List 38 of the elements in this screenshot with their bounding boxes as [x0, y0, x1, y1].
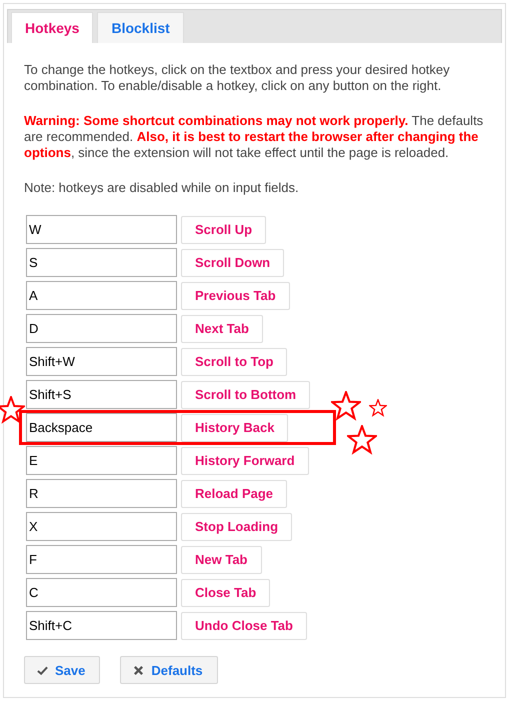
note-text: Note: hotkeys are disabled while on input fields.: [24, 180, 300, 196]
action-button[interactable]: New Tab: [181, 546, 262, 574]
action-button[interactable]: History Forward: [181, 446, 309, 474]
action-button[interactable]: Close Tab: [181, 578, 270, 606]
hotkey-field[interactable]: W: [26, 215, 177, 244]
action-button[interactable]: Scroll Down: [181, 248, 284, 276]
tab[interactable]: Blocklist: [97, 12, 184, 43]
star-icon: [331, 391, 361, 421]
star-icon: [347, 425, 377, 455]
action-button[interactable]: Previous Tab: [181, 282, 290, 310]
warning-text: Warning: Some shortcut combinations may not work properly. The defaults are recommended. Also, it is best to restart the browser after changing the options, since the extension will not take effect until the page is reloaded.: [24, 113, 484, 161]
tab[interactable]: Hotkeys: [11, 12, 94, 43]
star-icon: [369, 399, 387, 417]
action-button[interactable]: Reload Page: [181, 480, 288, 508]
action-button[interactable]: Stop Loading: [181, 512, 292, 540]
action-button[interactable]: Scroll to Top: [181, 348, 288, 376]
hotkey-field[interactable]: F: [26, 545, 177, 574]
action-button[interactable]: Scroll to Bottom: [181, 380, 310, 408]
hotkey-field[interactable]: C: [26, 578, 177, 607]
close-icon: [133, 664, 144, 676]
hotkey-field[interactable]: Shift+C: [26, 611, 177, 640]
hotkey-field[interactable]: R: [26, 479, 177, 508]
action-button[interactable]: Undo Close Tab: [181, 612, 307, 640]
action-button[interactable]: Next Tab: [181, 314, 263, 342]
defaults-button[interactable]: Defaults: [120, 656, 218, 684]
hotkey-field[interactable]: E: [26, 446, 177, 475]
instructions-text: To change the hotkeys, click on the textbox and press your desired hotkey combination. To enable/disable a hotkey, click on any button on the right.: [24, 62, 451, 94]
hotkey-field[interactable]: A: [26, 281, 177, 310]
hotkey-field[interactable]: Shift+S: [26, 380, 177, 409]
hotkey-field[interactable]: Backspace: [26, 413, 177, 442]
action-button[interactable]: History Back: [181, 414, 288, 442]
check-icon: [37, 664, 48, 676]
hotkey-field[interactable]: S: [26, 248, 177, 277]
save-button[interactable]: Save: [24, 656, 100, 684]
action-button[interactable]: Scroll Up: [181, 216, 266, 244]
hotkey-field[interactable]: Shift+W: [26, 347, 177, 376]
hotkey-field[interactable]: X: [26, 512, 177, 541]
hotkey-field[interactable]: D: [26, 314, 177, 343]
